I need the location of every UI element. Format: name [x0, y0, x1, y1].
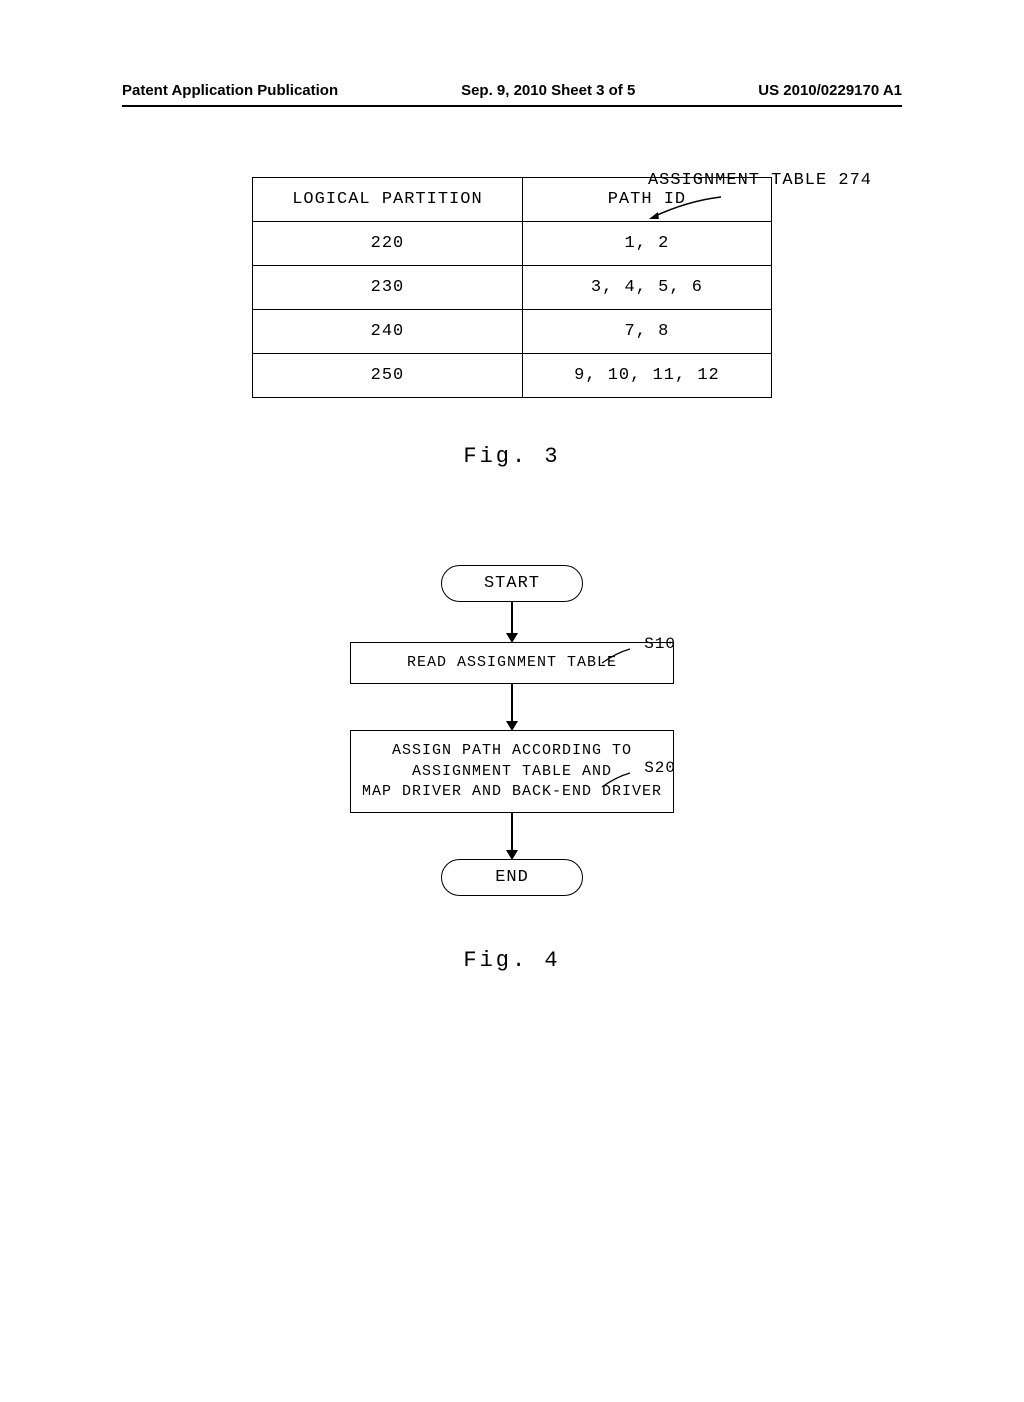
flow-arrow-icon — [511, 813, 513, 859]
figure-3-caption: Fig. 3 — [252, 444, 772, 469]
cell-partition: 250 — [253, 354, 523, 398]
cell-path: 9, 10, 11, 12 — [522, 354, 771, 398]
cell-partition: 220 — [253, 222, 523, 266]
page-header: Patent Application Publication Sep. 9, 2… — [122, 82, 902, 99]
table-row: 220 1, 2 — [253, 222, 772, 266]
flow-start: START — [441, 565, 583, 602]
assignment-table-label: ASSIGNMENT TABLE 274 — [648, 171, 872, 190]
flow-arrow-icon — [511, 602, 513, 642]
step-s20-label: S20 — [644, 759, 676, 777]
cell-partition: 240 — [253, 310, 523, 354]
leader-line-icon — [647, 195, 727, 219]
cell-path: 1, 2 — [522, 222, 771, 266]
cell-path: 7, 8 — [522, 310, 771, 354]
cell-path: 3, 4, 5, 6 — [522, 266, 771, 310]
flow-arrow-icon — [511, 684, 513, 730]
table-row: 240 7, 8 — [253, 310, 772, 354]
figure-4-flowchart: START S10 READ ASSIGNMENT TABLE S20 ASSI… — [342, 565, 682, 896]
header-rule — [122, 105, 902, 107]
leader-line-icon — [600, 771, 634, 789]
flow-end: END — [441, 859, 583, 896]
figure-4-caption: Fig. 4 — [0, 948, 1024, 973]
header-date-sheet: Sep. 9, 2010 Sheet 3 of 5 — [461, 82, 635, 99]
table-row: 250 9, 10, 11, 12 — [253, 354, 772, 398]
header-patent-id: US 2010/0229170 A1 — [758, 82, 902, 99]
col-logical-partition: LOGICAL PARTITION — [253, 178, 523, 222]
leader-line-icon — [600, 647, 634, 665]
step-s10-label: S10 — [644, 635, 676, 653]
table-row: 230 3, 4, 5, 6 — [253, 266, 772, 310]
figure-3: ASSIGNMENT TABLE 274 LOGICAL PARTITION P… — [252, 177, 772, 469]
cell-partition: 230 — [253, 266, 523, 310]
header-publication: Patent Application Publication — [122, 82, 338, 99]
